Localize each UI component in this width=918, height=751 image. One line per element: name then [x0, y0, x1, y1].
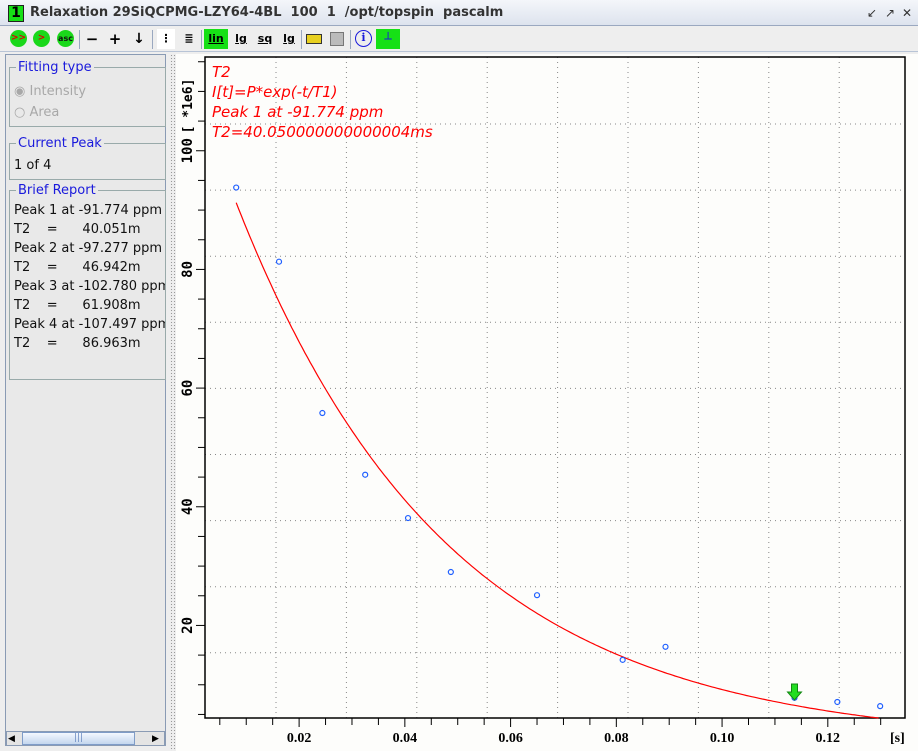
- data-point: [877, 703, 884, 710]
- y-tick-label: 40: [180, 498, 196, 515]
- data-point: [233, 184, 240, 191]
- plot-frame: [204, 56, 906, 719]
- current-point-marker-icon: [786, 683, 803, 701]
- y-tick-label: 80: [180, 261, 196, 278]
- data-point: [362, 471, 369, 478]
- data-point: [275, 258, 283, 265]
- x-tick-label: 0.10: [710, 731, 735, 746]
- x-tick-label: 0.08: [604, 731, 629, 746]
- data-point: [619, 656, 626, 663]
- y-tick-label: 20: [180, 617, 196, 634]
- data-point: [662, 643, 669, 650]
- annotation-line: Peak 1 at -91.774 ppm: [212, 103, 383, 121]
- data-point: [319, 409, 326, 417]
- data-point: [447, 568, 454, 576]
- x-tick-label: 0.12: [816, 731, 841, 746]
- fit-curve: [235, 202, 879, 719]
- x-tick-label: 0.04: [393, 731, 418, 746]
- data-point: [834, 698, 841, 706]
- x-axis-label: [s]: [890, 731, 905, 746]
- data-point: [533, 592, 541, 599]
- annotation-line: T2=40.050000000000004ms: [212, 123, 433, 141]
- y-tick-label: 60: [180, 380, 196, 397]
- data-point: [404, 514, 412, 522]
- x-tick-label: 0.06: [498, 731, 523, 746]
- annotation-line: T2: [212, 63, 231, 81]
- x-tick-label: 0.02: [287, 731, 312, 746]
- y-tick-label: 100: [180, 138, 196, 163]
- relaxation-chart: 0.02 0.04 0.06 0.08 0.10 0.12 20 40 60 80 100 [s] [ …: [180, 56, 906, 746]
- y-axis-label: [ *1e6]: [181, 79, 196, 134]
- annotation-line: I[t]=P*exp(-t/T1): [212, 83, 338, 101]
